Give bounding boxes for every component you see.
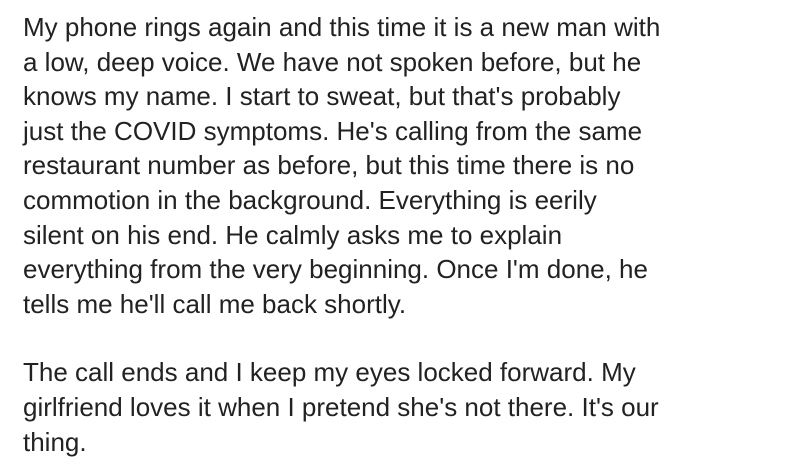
post-paragraph: The call ends and I keep my eyes locked … — [23, 357, 659, 457]
post-paragraph: My phone rings again and this time it is… — [23, 12, 661, 319]
post-body: My phone rings again and this time it is… — [23, 10, 793, 459]
